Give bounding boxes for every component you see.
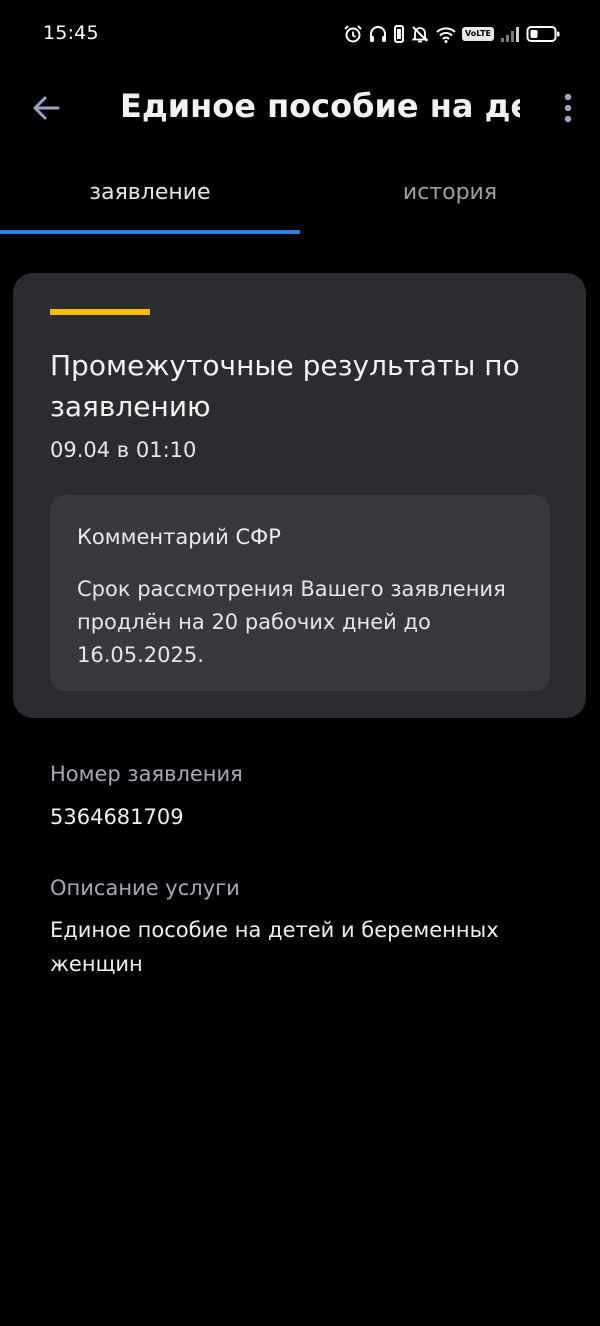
status-icons: VoLTE — [343, 22, 560, 46]
page-title: Единое пособие на де... — [120, 87, 520, 125]
vibrate-icon — [394, 25, 405, 43]
application-number-label: Номер заявления — [50, 762, 243, 786]
alarm-icon — [344, 25, 362, 43]
headphones-icon — [370, 26, 387, 42]
signal-icon — [501, 27, 519, 42]
comment-title: Комментарий СФР — [77, 525, 281, 549]
app-bar: Единое пособие на де... — [0, 68, 600, 150]
back-button[interactable] — [22, 84, 70, 132]
card-accent-bar — [50, 309, 150, 315]
mute-icon — [411, 26, 429, 43]
more-options-button[interactable] — [554, 84, 582, 132]
status-time: 15:45 — [43, 22, 99, 44]
result-card: Промежуточные результаты по заявлению 09… — [13, 273, 586, 718]
comment-text: Срок рассмотрения Вашего заявления продл… — [77, 577, 506, 667]
arrow-left-icon — [33, 96, 60, 120]
tab-application[interactable]: заявление — [0, 160, 300, 234]
status-bar: 15:45 VoLTE — [0, 0, 600, 68]
tab-bar: заявление история — [0, 160, 600, 234]
wifi-icon — [436, 27, 456, 43]
comment-box: Комментарий СФР Срок рассмотрения Вашего… — [50, 495, 550, 691]
tab-history[interactable]: история — [300, 160, 600, 234]
volte-badge: VoLTE — [462, 27, 494, 41]
application-number-value: 5364681709 — [50, 805, 184, 829]
service-description-label: Описание услуги — [50, 876, 240, 900]
more-vertical-icon — [564, 93, 572, 123]
battery-icon — [526, 26, 560, 42]
service-description-value: Единое пособие на детей и беременных жен… — [50, 918, 499, 976]
card-date: 09.04 в 01:10 — [50, 438, 197, 462]
card-title: Промежуточные результаты по заявлению — [50, 349, 520, 423]
